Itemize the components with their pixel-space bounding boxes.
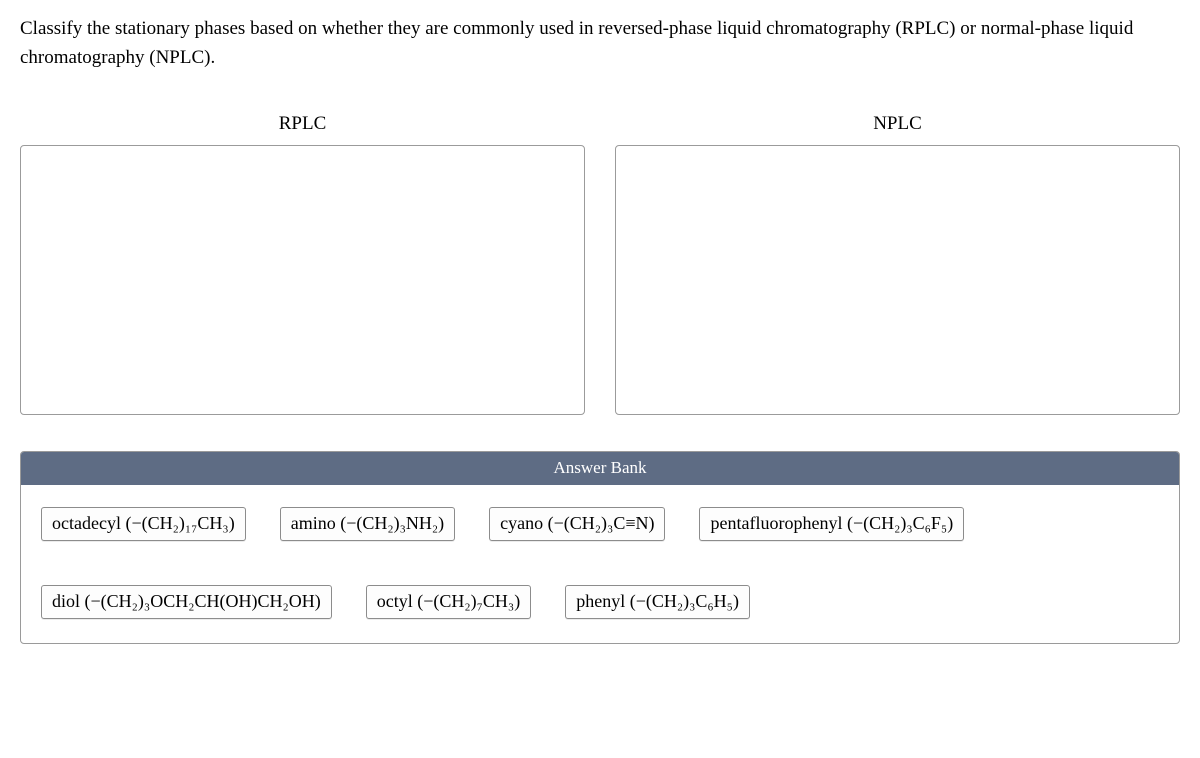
answer-bank-header: Answer Bank: [21, 452, 1179, 485]
dropzone-nplc[interactable]: [615, 145, 1180, 415]
zone-title-rplc: RPLC: [279, 113, 327, 135]
chip-phenyl[interactable]: phenyl (−(CH₂)₃C₆H₅): [565, 585, 750, 619]
chip-cyano[interactable]: cyano (−(CH₂)₃C≡N): [489, 507, 665, 541]
zone-title-nplc: NPLC: [873, 113, 922, 135]
chip-diol[interactable]: diol (−(CH₂)₃OCH₂CH(OH)CH₂OH): [41, 585, 332, 619]
chip-pentafluorophenyl[interactable]: pentafluorophenyl (−(CH₂)₃C₆F₅): [699, 507, 964, 541]
chip-octyl[interactable]: octyl (−(CH₂)₇CH₃): [366, 585, 531, 619]
zone-rplc: RPLC: [20, 113, 585, 415]
answer-bank-body: octadecyl (−(CH₂)₁₇CH₃) amino (−(CH₂)₃NH…: [21, 485, 1179, 643]
question-text: Classify the stationary phases based on …: [20, 14, 1180, 73]
zone-nplc: NPLC: [615, 113, 1180, 415]
drop-zones: RPLC NPLC: [20, 113, 1180, 415]
answer-bank: Answer Bank octadecyl (−(CH₂)₁₇CH₃) amin…: [20, 451, 1180, 644]
chip-octadecyl[interactable]: octadecyl (−(CH₂)₁₇CH₃): [41, 507, 246, 541]
chip-amino[interactable]: amino (−(CH₂)₃NH₂): [280, 507, 455, 541]
dropzone-rplc[interactable]: [20, 145, 585, 415]
